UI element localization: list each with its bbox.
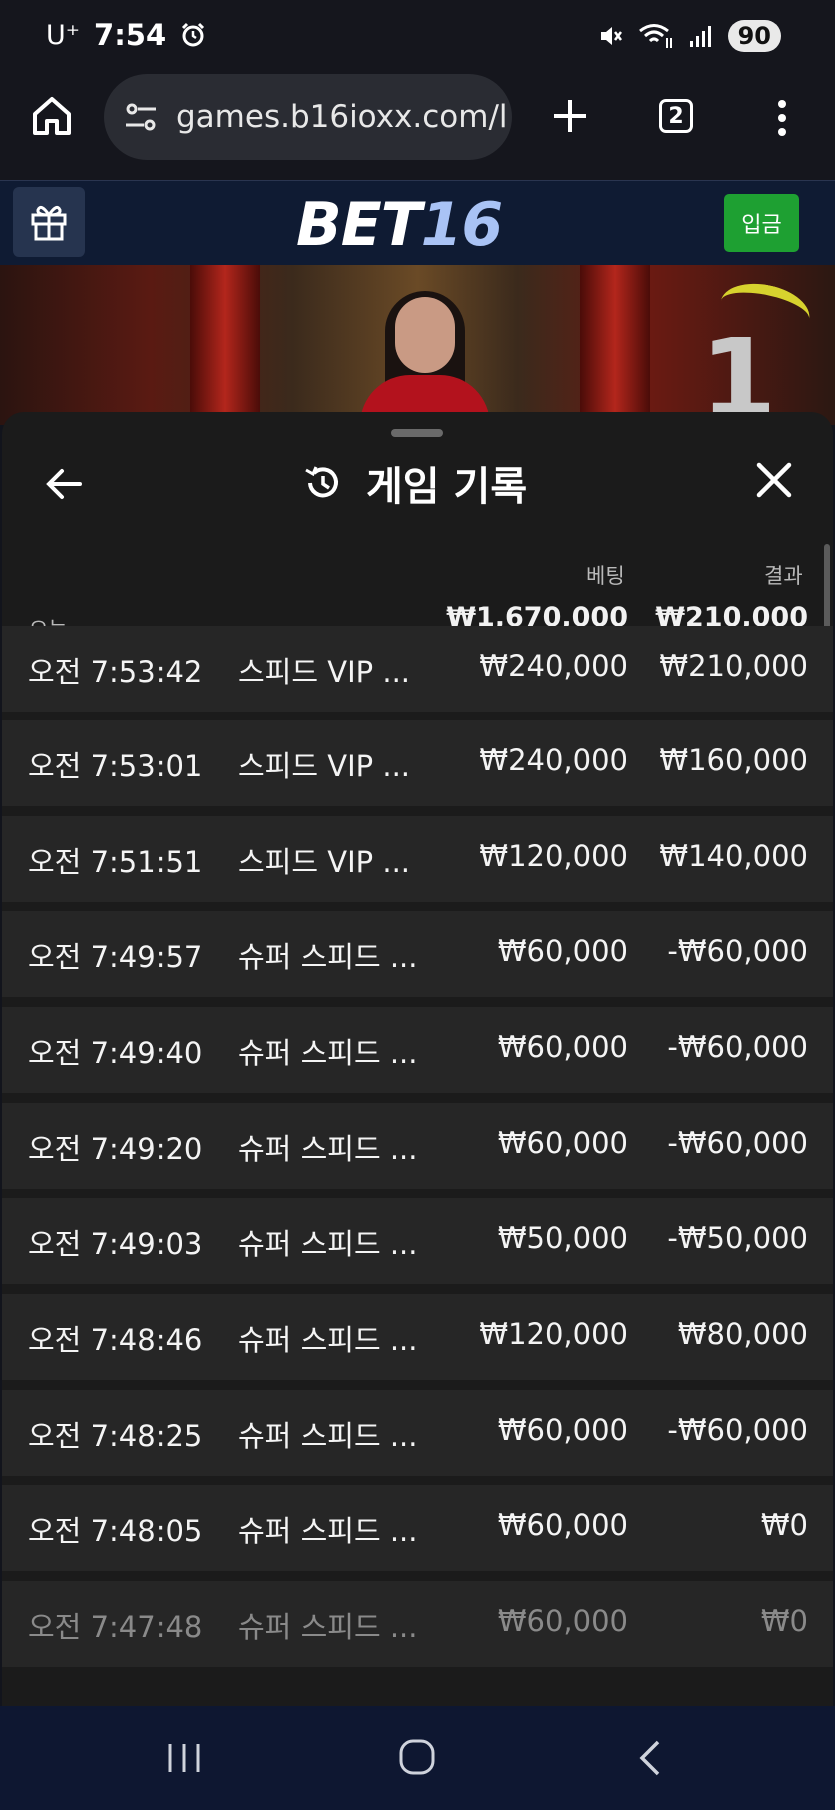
row-game: 슈퍼 스피드 ...	[238, 1036, 418, 1070]
table-row[interactable]: 오전 7:48:05 슈퍼 스피드 ... ₩60,000 ₩0	[2, 1485, 833, 1571]
row-game: 슈퍼 스피드 ...	[238, 1419, 418, 1453]
row-result: -₩60,000	[667, 934, 808, 968]
table-row[interactable]: 오전 7:49:20 슈퍼 스피드 ... ₩60,000 -₩60,000	[2, 1103, 833, 1189]
row-time: 오전 7:49:20	[28, 1132, 203, 1166]
row-result: -₩60,000	[667, 1126, 808, 1160]
row-result: ₩80,000	[677, 1317, 808, 1351]
table-row[interactable]: 오전 7:49:03 슈퍼 스피드 ... ₩50,000 -₩50,000	[2, 1198, 833, 1284]
back-chevron-icon[interactable]	[636, 1738, 664, 1778]
close-icon[interactable]	[754, 460, 794, 500]
table-row[interactable]: 오전 7:49:57 슈퍼 스피드 ... ₩60,000 -₩60,000	[2, 911, 833, 997]
sheet-title-text: 게임 기록	[366, 464, 528, 510]
row-time: 오전 7:48:05	[28, 1514, 203, 1548]
row-result: -₩60,000	[667, 1413, 808, 1447]
row-result: ₩0	[760, 1604, 808, 1638]
row-time: 오전 7:48:25	[28, 1419, 203, 1453]
row-bet: ₩60,000	[497, 1030, 628, 1064]
row-time: 오전 7:47:48	[28, 1610, 203, 1644]
row-time: 오전 7:53:42	[28, 655, 203, 689]
system-nav-bar	[0, 1706, 835, 1810]
row-result: -₩50,000	[667, 1221, 808, 1255]
row-time: 오전 7:49:57	[28, 940, 203, 974]
row-bet: ₩60,000	[497, 1413, 628, 1447]
status-right: 90	[598, 20, 781, 52]
back-arrow-icon[interactable]	[42, 462, 86, 506]
table-row[interactable]: 오전 7:47:48 슈퍼 스피드 ... ₩60,000 ₩0	[2, 1581, 833, 1667]
row-bet: ₩240,000	[479, 649, 628, 683]
row-game: 스피드 VIP ...	[238, 749, 411, 783]
result-column-header: 결과	[764, 564, 803, 588]
video-pillar-right	[580, 265, 650, 425]
dealer-face	[395, 297, 455, 373]
wifi-icon	[638, 24, 672, 48]
row-time: 오전 7:53:01	[28, 749, 203, 783]
alarm-icon	[182, 22, 205, 47]
more-menu-icon[interactable]	[770, 96, 794, 140]
mute-icon	[600, 27, 622, 45]
row-result: ₩140,000	[659, 839, 808, 873]
row-time: 오전 7:49:03	[28, 1227, 203, 1261]
browser-toolbar: games.b16ioxx.com/l 2	[0, 72, 835, 180]
row-bet: ₩60,000	[497, 1604, 628, 1638]
recent-apps-icon[interactable]	[166, 1742, 202, 1774]
table-row[interactable]: 오전 7:48:25 슈퍼 스피드 ... ₩60,000 -₩60,000	[2, 1390, 833, 1476]
address-bar[interactable]: games.b16ioxx.com/l	[104, 74, 512, 160]
row-bet: ₩50,000	[497, 1221, 628, 1255]
home-icon[interactable]	[30, 94, 74, 138]
site-logo[interactable]: BET16	[296, 190, 503, 260]
clock: 7:54	[94, 18, 167, 52]
new-tab-icon[interactable]	[548, 94, 592, 138]
gift-icon	[31, 205, 67, 241]
table-row[interactable]: 오전 7:48:46 슈퍼 스피드 ... ₩120,000 ₩80,000	[2, 1294, 833, 1380]
row-bet: ₩60,000	[497, 1126, 628, 1160]
row-game: 슈퍼 스피드 ...	[238, 1323, 418, 1357]
drag-handle[interactable]	[391, 429, 443, 437]
row-game: 슈퍼 스피드 ...	[238, 1132, 418, 1166]
game-history-sheet: 게임 기록 베팅 결과 오늘 ₩1,670,000 ₩210,000 오전 7:…	[2, 412, 833, 1706]
row-result: ₩160,000	[659, 743, 808, 777]
url-text[interactable]: games.b16ioxx.com/l	[176, 99, 508, 135]
deposit-button[interactable]: 입금	[724, 194, 799, 252]
row-result: -₩60,000	[667, 1030, 808, 1064]
sheet-title: 게임 기록	[302, 454, 527, 512]
table-row[interactable]: 오전 7:53:01 스피드 VIP ... ₩240,000 ₩160,000	[2, 720, 833, 806]
row-game: 스피드 VIP ...	[238, 655, 411, 689]
home-circle-icon[interactable]	[398, 1738, 436, 1776]
carrier-label: U⁺	[46, 19, 81, 51]
row-game: 스피드 VIP ...	[238, 845, 411, 879]
table-row[interactable]: 오전 7:51:51 스피드 VIP ... ₩120,000 ₩140,000	[2, 816, 833, 902]
site-settings-icon[interactable]	[122, 97, 162, 137]
table-row[interactable]: 오전 7:49:40 슈퍼 스피드 ... ₩60,000 -₩60,000	[2, 1007, 833, 1093]
status-left: U⁺ 7:54	[46, 18, 206, 52]
video-number: 1	[700, 315, 777, 425]
table-row[interactable]: 오전 7:53:42 스피드 VIP ... ₩240,000 ₩210,000	[2, 626, 833, 712]
site-header: BET16 입금	[0, 180, 835, 266]
tabs-icon[interactable]: 2	[659, 99, 693, 133]
bet-column-header: 베팅	[586, 564, 625, 588]
logo-text-16: 16	[420, 190, 503, 260]
gift-button[interactable]	[13, 187, 85, 257]
status-bar: U⁺ 7:54 90	[0, 0, 835, 72]
row-bet: ₩120,000	[479, 839, 628, 873]
logo-text-bet: BET	[296, 190, 422, 260]
row-result: ₩0	[760, 1508, 808, 1542]
row-game: 슈퍼 스피드 ...	[238, 1514, 418, 1548]
row-time: 오전 7:48:46	[28, 1323, 203, 1357]
row-time: 오전 7:51:51	[28, 845, 203, 879]
row-bet: ₩240,000	[479, 743, 628, 777]
tab-count: 2	[668, 103, 684, 129]
video-pillar-left	[190, 265, 260, 425]
row-result: ₩210,000	[659, 649, 808, 683]
row-bet: ₩120,000	[479, 1317, 628, 1351]
history-icon	[305, 466, 338, 498]
row-game: 슈퍼 스피드 ...	[238, 1610, 418, 1644]
live-video-background: 1	[0, 265, 835, 425]
row-game: 슈퍼 스피드 ...	[238, 1227, 418, 1261]
row-bet: ₩60,000	[497, 1508, 628, 1542]
row-time: 오전 7:49:40	[28, 1036, 203, 1070]
battery-indicator: 90	[727, 20, 781, 52]
row-game: 슈퍼 스피드 ...	[238, 940, 418, 974]
signal-icon	[689, 26, 711, 47]
row-bet: ₩60,000	[497, 934, 628, 968]
